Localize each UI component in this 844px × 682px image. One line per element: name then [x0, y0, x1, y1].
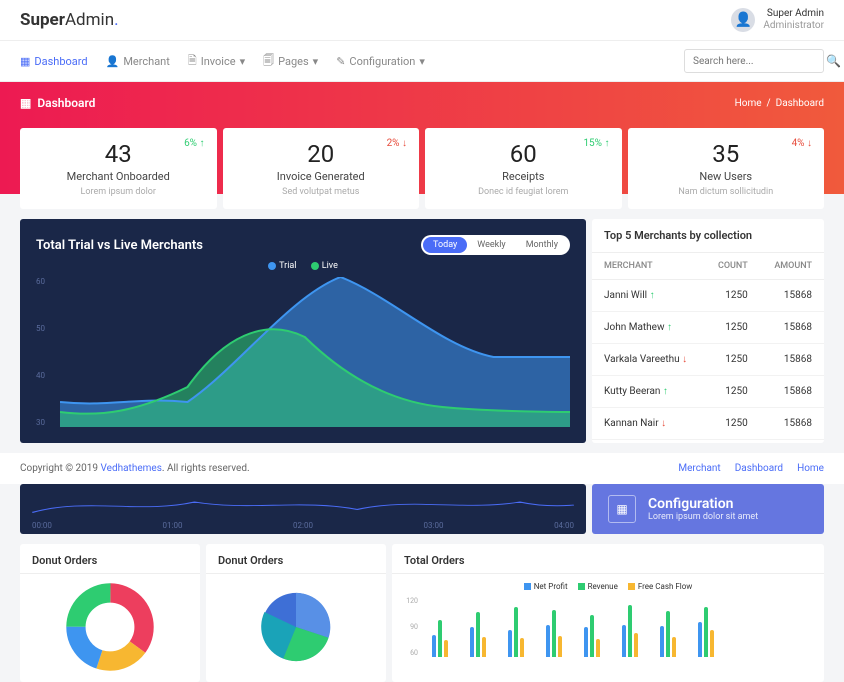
grid-icon: ▦	[20, 96, 31, 110]
search-input[interactable]	[693, 56, 826, 67]
footer-brand-link[interactable]: Vedhathemes	[101, 463, 162, 474]
area-chart: 60504030	[36, 277, 570, 427]
stat-value: 35	[642, 140, 811, 168]
stat-value: 60	[439, 140, 608, 168]
chart-title: Total Trial vs Live Merchants	[36, 238, 203, 253]
table-row[interactable]: Kutty Beeran ↑125015868	[592, 376, 824, 408]
stat-delta: 2% ↓	[387, 138, 407, 149]
stat-sub: Donec id feugiat lorem	[439, 187, 608, 197]
toggle-monthly[interactable]: Monthly	[516, 237, 568, 253]
footer-link-home[interactable]: Home	[797, 463, 824, 474]
search-box[interactable]: 🔍	[684, 49, 824, 73]
table-row[interactable]: Janni Will ↑125015868	[592, 280, 824, 312]
donut-card-1: Donut Orders	[20, 544, 200, 682]
user-name: Super Admin	[763, 8, 824, 20]
total-orders-card: Total Orders Net Profit Revenue Free Cas…	[392, 544, 824, 682]
crumb-current: Dashboard	[776, 98, 824, 109]
stats-row: 6% ↑ 43 Merchant Onboarded Lorem ipsum d…	[20, 128, 824, 209]
doc-icon: 🗎	[188, 52, 197, 71]
nav-configuration[interactable]: ✎Configuration▾	[336, 52, 425, 71]
footer-link-dashboard[interactable]: Dashboard	[735, 463, 783, 474]
table-row[interactable]: Varkala Vareethu ↓125015868	[592, 344, 824, 376]
stat-value: 43	[34, 140, 203, 168]
breadcrumb: Home / Dashboard	[735, 98, 824, 109]
card-title: Top 5 Merchants by collection	[592, 219, 824, 253]
table-row[interactable]: Kannan Nair ↓125015868	[592, 408, 824, 440]
stat-delta: 15% ↑	[583, 138, 609, 149]
stat-receipts: 15% ↑ 60 Receipts Donec id feugiat lorem	[425, 128, 622, 209]
stat-invoice-generated: 2% ↓ 20 Invoice Generated Sed volutpat m…	[223, 128, 420, 209]
footer-link-merchant[interactable]: Merchant	[678, 463, 720, 474]
below-row: 00:00 01:00 02:00 03:00 04:00 ▦ Configur…	[20, 484, 824, 534]
stat-sub: Lorem ipsum dolor	[34, 187, 203, 197]
donut-chart	[65, 582, 155, 672]
bar-legend: Net Profit Revenue Free Cash Flow	[404, 582, 812, 591]
config-sub: Lorem ipsum dolor sit amet	[648, 512, 758, 522]
user-role: Administrator	[763, 20, 824, 32]
stat-label: New Users	[642, 170, 811, 183]
stat-new-users: 4% ↓ 35 New Users Nam dictum sollicitudi…	[628, 128, 825, 209]
nav-merchant[interactable]: 👤Merchant	[106, 52, 170, 71]
stat-label: Merchant Onboarded	[34, 170, 203, 183]
topbar: SuperAdmin. 👤 Super Admin Administrator	[0, 0, 844, 41]
stat-sub: Nam dictum sollicitudin	[642, 187, 811, 197]
range-toggle: Today Weekly Monthly	[421, 235, 570, 255]
stat-merchant-onboarded: 6% ↑ 43 Merchant Onboarded Lorem ipsum d…	[20, 128, 217, 209]
navbar: ▦Dashboard 👤Merchant 🗎Invoice▾ 🗐Pages▾ ✎…	[0, 41, 844, 82]
stat-delta: 6% ↑	[184, 138, 204, 149]
crumb-home[interactable]: Home	[735, 98, 762, 109]
mini-line-chart: 00:00 01:00 02:00 03:00 04:00	[20, 484, 586, 534]
footer: Copyright © 2019 Vedhathemes. All rights…	[0, 453, 844, 484]
user-menu[interactable]: 👤 Super Admin Administrator	[731, 8, 824, 32]
wand-icon: ✎	[336, 55, 345, 68]
stat-value: 20	[237, 140, 406, 168]
caret-down-icon: ▾	[313, 55, 319, 68]
search-icon[interactable]: 🔍	[826, 54, 841, 68]
table-row[interactable]: John Mathew ↑125015868	[592, 312, 824, 344]
stat-delta: 4% ↓	[792, 138, 812, 149]
main-row: Total Trial vs Live Merchants Today Week…	[20, 219, 824, 443]
config-icon: ▦	[608, 495, 636, 523]
stat-sub: Sed volutpat metus	[237, 187, 406, 197]
bar-chart: 1209060	[404, 597, 812, 657]
grid-icon: ▦	[20, 55, 30, 68]
caret-down-icon: ▾	[419, 55, 425, 68]
bottom-row: Donut Orders Donut Orders Total Orders N…	[20, 544, 824, 682]
config-card[interactable]: ▦ Configuration Lorem ipsum dolor sit am…	[592, 484, 824, 534]
stat-label: Receipts	[439, 170, 608, 183]
toggle-weekly[interactable]: Weekly	[467, 237, 515, 253]
toggle-today[interactable]: Today	[423, 237, 467, 253]
stat-label: Invoice Generated	[237, 170, 406, 183]
chart-legend: Trial Live	[36, 261, 570, 273]
pie-chart	[251, 582, 341, 672]
brand-logo[interactable]: SuperAdmin.	[20, 10, 119, 30]
pages-icon: 🗐	[263, 52, 274, 71]
caret-down-icon: ▾	[240, 55, 246, 68]
top-merchants-card: Top 5 Merchants by collection MERCHANT C…	[592, 219, 824, 443]
avatar: 👤	[731, 8, 755, 32]
nav-invoice[interactable]: 🗎Invoice▾	[188, 52, 245, 71]
page-title: Dashboard	[37, 96, 95, 110]
nav-dashboard[interactable]: ▦Dashboard	[20, 52, 88, 71]
config-title: Configuration	[648, 496, 758, 512]
nav-pages[interactable]: 🗐Pages▾	[263, 52, 318, 71]
donut-card-2: Donut Orders	[206, 544, 386, 682]
merchants-table: MERCHANT COUNT AMOUNT Janni Will ↑125015…	[592, 253, 824, 440]
area-chart-card: Total Trial vs Live Merchants Today Week…	[20, 219, 586, 443]
person-icon: 👤	[106, 55, 120, 68]
